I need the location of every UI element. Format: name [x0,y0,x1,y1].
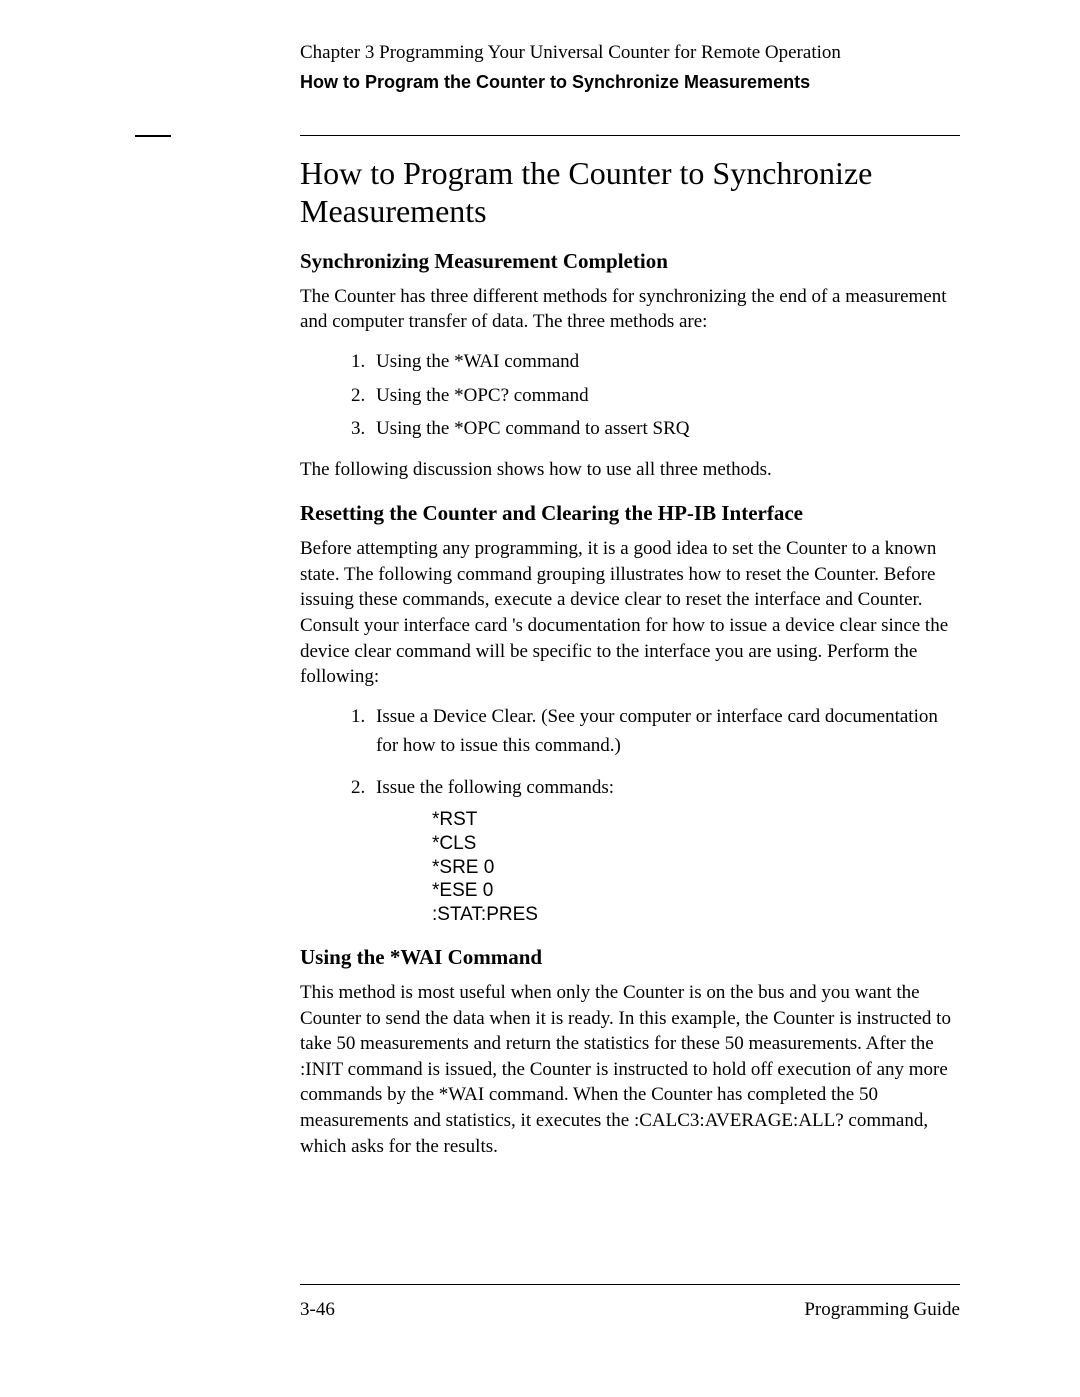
paragraph: The following discussion shows how to us… [300,457,960,483]
code-block: *RST *CLS *SRE 0 *ESE 0 :STAT:PRES [432,808,960,927]
paragraph: This method is most useful when only the… [300,980,960,1159]
methods-list: Using the *WAI command Using the *OPC? c… [300,347,960,443]
header-chapter: Chapter 3 Programming Your Universal Cou… [300,40,960,66]
list-item: Using the *OPC? command [370,381,960,410]
list-item: Issue a Device Clear. (See your computer… [370,702,960,761]
side-rule [135,135,171,137]
footer-title: Programming Guide [804,1299,960,1321]
heading-sync-completion: Synchronizing Measurement Completion [300,249,960,274]
list-item: Using the *WAI command [370,347,960,376]
page: Chapter 3 Programming Your Universal Cou… [0,0,1080,1397]
footer-rule [300,1284,960,1285]
content-area: How to Program the Counter to Synchroniz… [300,135,960,1171]
heading-reset-clear: Resetting the Counter and Clearing the H… [300,501,960,526]
paragraph: The Counter has three different methods … [300,284,960,335]
paragraph: Before attempting any programming, it is… [300,536,960,690]
header-section: How to Program the Counter to Synchroniz… [300,70,960,94]
running-header: Chapter 3 Programming Your Universal Cou… [300,40,960,94]
list-item: Using the *OPC command to assert SRQ [370,414,960,443]
footer: 3-46 Programming Guide [300,1284,960,1321]
content-top-rule [300,135,960,136]
steps-list: Issue a Device Clear. (See your computer… [300,702,960,927]
list-item: Issue the following commands: *RST *CLS … [370,773,960,927]
list-item-text: Issue the following commands: [376,777,614,798]
heading-wai-command: Using the *WAI Command [300,945,960,970]
page-title: How to Program the Counter to Synchroniz… [300,154,960,231]
page-number: 3-46 [300,1299,335,1321]
